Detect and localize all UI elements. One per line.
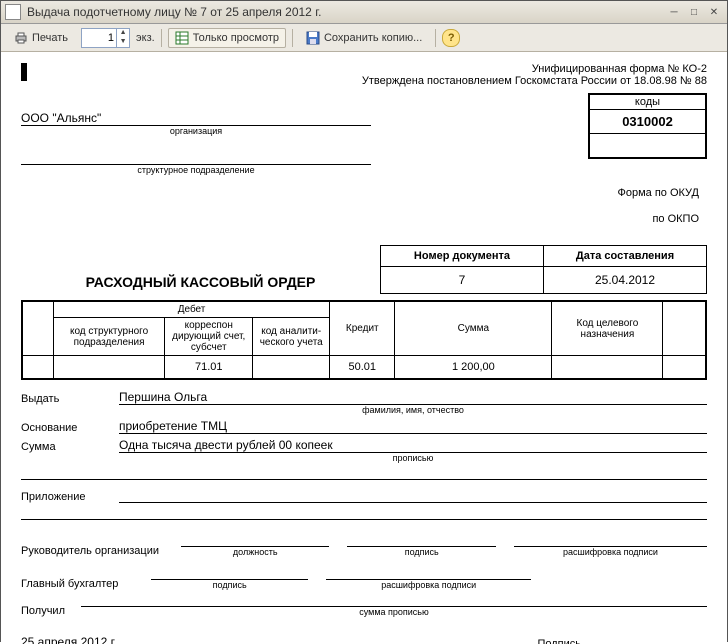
- th-blank: [663, 301, 706, 356]
- document-icon: [5, 4, 21, 20]
- sum-caption: прописью: [119, 453, 707, 463]
- footer-row: 25 апреля 2012 г. Подпись: [21, 635, 707, 644]
- toolbar: Печать ▲ ▼ экз. Только просмотр Сохранит…: [1, 24, 727, 52]
- received-label: Получил: [21, 605, 81, 617]
- issue-label: Выдать: [21, 393, 119, 405]
- basis-label: Основание: [21, 422, 119, 434]
- toolbar-separator: [161, 29, 162, 47]
- th-sum: Сумма: [395, 301, 552, 356]
- footer-sign-line: [587, 637, 707, 644]
- sign-caption: подпись: [347, 547, 495, 557]
- copies-spinner[interactable]: ▲ ▼: [81, 28, 130, 48]
- document-viewport[interactable]: Унифицированная форма № КО-2 Утверждена …: [1, 52, 727, 644]
- print-button[interactable]: Печать: [7, 28, 75, 48]
- copies-input[interactable]: [82, 32, 116, 44]
- readonly-label: Только просмотр: [193, 32, 279, 44]
- diskette-icon: [306, 31, 320, 45]
- table-row: 71.01 50.01 1 200,00: [22, 356, 706, 380]
- spinner-down[interactable]: ▼: [117, 38, 129, 47]
- organization-name: ООО "Альянс": [21, 111, 371, 126]
- spinner-up[interactable]: ▲: [117, 29, 129, 38]
- position-caption: должность: [181, 547, 329, 557]
- subdivision-caption: структурное подразделение: [21, 165, 371, 175]
- signatures-block: Руководитель организации должность подпи…: [21, 534, 707, 617]
- footer-date: 25 апреля 2012 г.: [21, 635, 221, 644]
- document-page: Унифицированная форма № КО-2 Утверждена …: [1, 53, 727, 644]
- attachment-line2: [21, 505, 707, 520]
- form-name: Унифицированная форма № КО-2: [27, 63, 707, 75]
- th-analytic: код аналити- ческого учета: [253, 318, 330, 356]
- decoding-caption2: расшифровка подписи: [326, 580, 531, 590]
- issue-caption: фамилия, имя, отчество: [119, 405, 707, 415]
- doc-date: 25.04.2012: [544, 267, 707, 294]
- minimize-button[interactable]: ─: [665, 5, 683, 19]
- print-label: Печать: [32, 32, 68, 44]
- doc-title: РАСХОДНЫЙ КАССОВЫЙ ОРДЕР: [21, 274, 380, 294]
- maximize-button[interactable]: □: [685, 5, 703, 19]
- title-bar: Выдача подотчетному лицу № 7 от 25 апрел…: [1, 1, 727, 24]
- help-button[interactable]: ?: [442, 29, 460, 47]
- printer-icon: [14, 31, 28, 45]
- decoding-caption: расшифровка подписи: [514, 547, 707, 557]
- codes-header: коды: [590, 95, 705, 110]
- th-credit: Кредит: [330, 301, 395, 356]
- app-window: Выдача подотчетному лицу № 7 от 25 апрел…: [0, 0, 728, 642]
- sum-value: Одна тысяча двести рублей 00 копеек: [119, 438, 707, 453]
- copies-suffix: экз.: [136, 32, 155, 44]
- sign-caption2: подпись: [151, 580, 308, 590]
- doc-header: РАСХОДНЫЙ КАССОВЫЙ ОРДЕР Номер документа…: [21, 245, 707, 294]
- footer-sign-label: Подпись: [537, 638, 581, 644]
- head-label: Руководитель организации: [21, 545, 181, 557]
- okpo-label: по ОКПО: [477, 213, 707, 225]
- main-table: Дебет Кредит Сумма Код целевого назначен…: [21, 300, 707, 380]
- save-label: Сохранить копию...: [324, 32, 422, 44]
- sum-line2: [21, 465, 707, 480]
- close-button[interactable]: ✕: [705, 5, 723, 19]
- doc-number: 7: [381, 267, 544, 294]
- th-struct: код структурного подразделения: [54, 318, 165, 356]
- doc-number-table: Номер документа Дата составления 7 25.04…: [380, 245, 707, 294]
- subdivision-value: [21, 150, 371, 165]
- issue-value: Першина Ольга: [119, 390, 707, 405]
- toolbar-separator: [292, 29, 293, 47]
- organization-caption: организация: [21, 126, 371, 136]
- attachment-label: Приложение: [21, 491, 119, 503]
- window-title: Выдача подотчетному лицу № 7 от 25 апрел…: [27, 5, 321, 19]
- th-debet: Дебет: [54, 301, 330, 318]
- sum-words-caption: сумма прописью: [81, 607, 707, 617]
- sum-label: Сумма: [21, 441, 119, 453]
- readonly-toggle[interactable]: Только просмотр: [168, 28, 286, 48]
- approved-by: Утверждена постановлением Госкомстата Ро…: [27, 75, 707, 87]
- attachment-value: [119, 488, 707, 503]
- th-purpose: Код целевого назначения: [552, 301, 663, 356]
- fields-block: Выдать Першина Ольга фамилия, имя, отчес…: [21, 390, 707, 520]
- toolbar-separator: [435, 29, 436, 47]
- chief-acc-label: Главный бухгалтер: [21, 578, 151, 590]
- th-corr: корреспон дирующий счет, субсчет: [165, 318, 253, 356]
- okpo-value: [590, 134, 705, 157]
- date-header: Дата составления: [544, 246, 707, 267]
- basis-value: приобретение ТМЦ: [119, 419, 707, 434]
- table-icon: [175, 31, 189, 45]
- okud-value: 0310002: [590, 110, 705, 133]
- num-header: Номер документа: [381, 246, 544, 267]
- save-copy-button[interactable]: Сохранить копию...: [299, 28, 429, 48]
- codes-box: коды 0310002: [588, 93, 707, 159]
- okud-label: Форма по ОКУД: [477, 187, 707, 199]
